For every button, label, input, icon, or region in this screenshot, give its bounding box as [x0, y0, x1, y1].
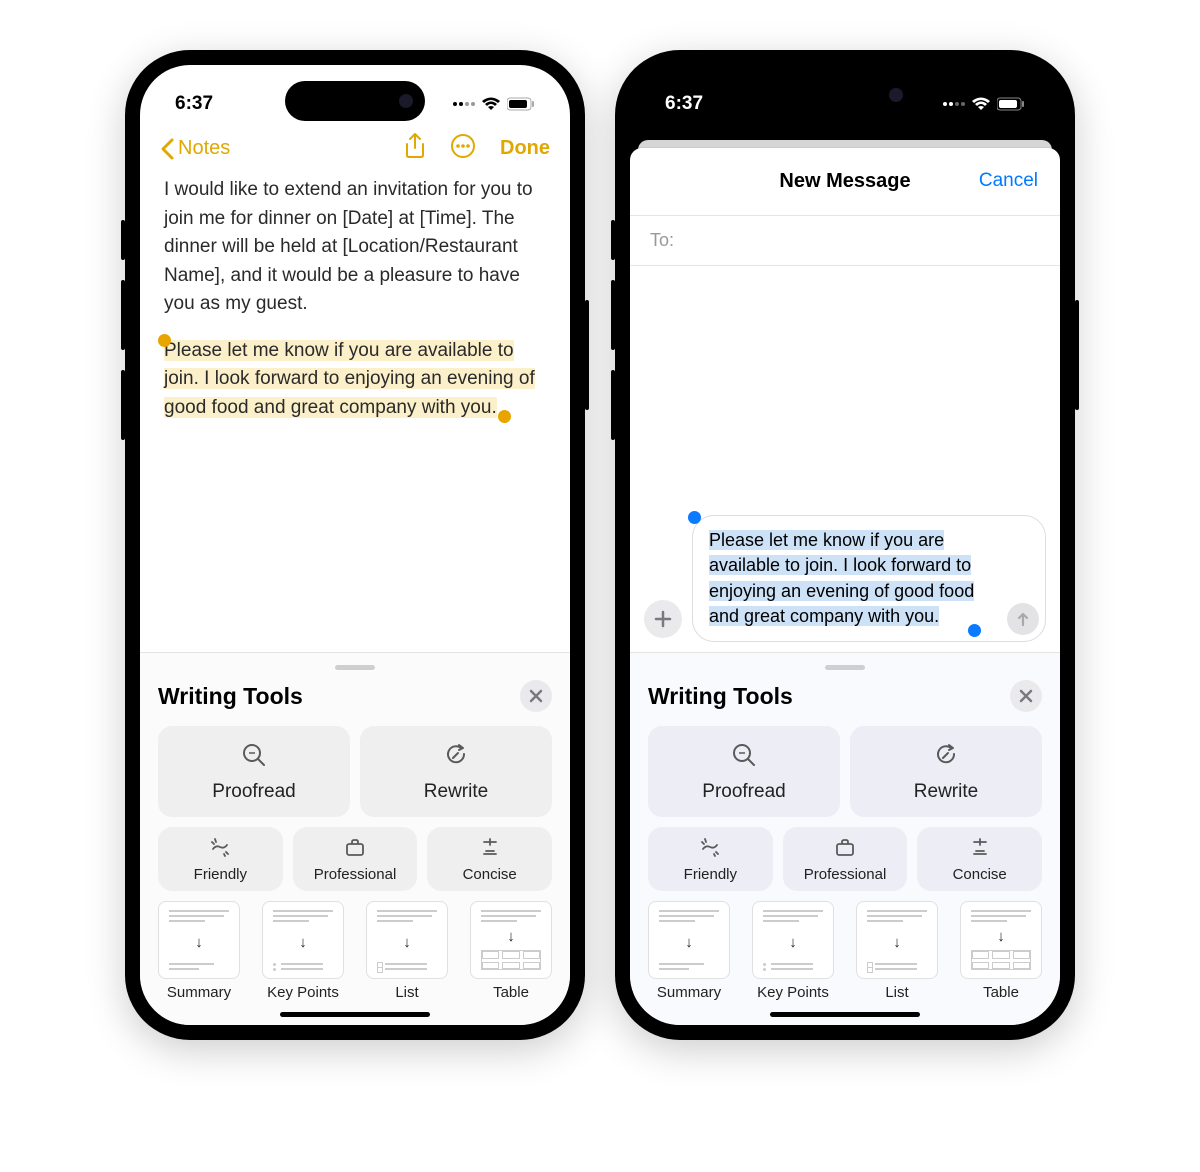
- wifi-icon: [481, 97, 501, 111]
- proofread-label: Proofread: [158, 781, 350, 803]
- list-card[interactable]: ↓ List: [856, 901, 938, 1001]
- summary-label: Summary: [158, 984, 240, 1001]
- note-selection[interactable]: Please let me know if you are available …: [164, 340, 535, 418]
- list-card[interactable]: ↓ List: [366, 901, 448, 1001]
- friendly-label: Friendly: [648, 866, 773, 883]
- panel-grabber[interactable]: [825, 665, 865, 670]
- phone-messages: 6:37 New Message Cancel To:: [615, 50, 1075, 1040]
- attach-button[interactable]: [644, 600, 682, 638]
- rewrite-label: Rewrite: [360, 781, 552, 803]
- more-button[interactable]: [450, 133, 476, 164]
- cellular-icon: [453, 102, 475, 106]
- compose-text: Please let me know if you are available …: [709, 530, 974, 626]
- selection-handle-start[interactable]: [158, 334, 171, 347]
- concise-button[interactable]: Concise: [427, 827, 552, 891]
- rewrite-icon: [360, 742, 552, 773]
- concise-icon: [427, 837, 552, 862]
- cancel-button[interactable]: Cancel: [979, 170, 1038, 192]
- summary-label: Summary: [648, 984, 730, 1001]
- proofread-label: Proofread: [648, 781, 840, 803]
- dynamic-island: [285, 81, 425, 121]
- status-icons: [453, 97, 535, 111]
- proofread-button[interactable]: Proofread: [648, 726, 840, 817]
- ellipsis-circle-icon: [450, 133, 476, 159]
- professional-icon: [293, 837, 418, 862]
- selection-handle-end[interactable]: [498, 410, 511, 423]
- proofread-button[interactable]: Proofread: [158, 726, 350, 817]
- writing-tools-panel: Writing Tools Proofread Rewrite: [630, 652, 1060, 1025]
- compose-field[interactable]: Please let me know if you are available …: [692, 515, 1046, 642]
- status-time: 6:37: [175, 93, 213, 115]
- friendly-label: Friendly: [158, 866, 283, 883]
- rewrite-label: Rewrite: [850, 781, 1042, 803]
- writing-tools-title: Writing Tools: [158, 683, 303, 710]
- rewrite-button[interactable]: Rewrite: [360, 726, 552, 817]
- panel-grabber[interactable]: [335, 665, 375, 670]
- keypoints-label: Key Points: [752, 984, 834, 1001]
- professional-label: Professional: [783, 866, 908, 883]
- send-button[interactable]: [1007, 603, 1039, 635]
- table-card[interactable]: ↓ Table: [960, 901, 1042, 1001]
- friendly-icon: [158, 837, 283, 862]
- professional-button[interactable]: Professional: [293, 827, 418, 891]
- list-label: List: [856, 984, 938, 1001]
- note-selected-text: Please let me know if you are available …: [164, 340, 535, 418]
- cellular-icon: [943, 102, 965, 106]
- keypoints-label: Key Points: [262, 984, 344, 1001]
- home-indicator[interactable]: [280, 1012, 430, 1017]
- summary-card[interactable]: ↓ Summary: [648, 901, 730, 1001]
- wifi-icon: [971, 97, 991, 111]
- keypoints-card[interactable]: ↓ Key Points: [262, 901, 344, 1001]
- close-icon: [529, 689, 543, 703]
- close-button[interactable]: [1010, 680, 1042, 712]
- dynamic-island: [775, 75, 915, 115]
- professional-button[interactable]: Professional: [783, 827, 908, 891]
- concise-button[interactable]: Concise: [917, 827, 1042, 891]
- chevron-left-icon: [160, 138, 174, 160]
- new-message-title: New Message: [779, 170, 910, 192]
- writing-tools-panel: Writing Tools Proofread Rewrite: [140, 652, 570, 1025]
- back-label: Notes: [178, 137, 230, 160]
- status-icons: [943, 97, 1025, 111]
- table-label: Table: [470, 984, 552, 1001]
- phone-notes: 6:37 Notes: [125, 50, 585, 1040]
- home-indicator[interactable]: [770, 1012, 920, 1017]
- table-card[interactable]: ↓ Table: [470, 901, 552, 1001]
- summary-card[interactable]: ↓ Summary: [158, 901, 240, 1001]
- proofread-icon: [648, 742, 840, 773]
- friendly-button[interactable]: Friendly: [158, 827, 283, 891]
- share-button[interactable]: [404, 133, 426, 164]
- to-field[interactable]: To:: [630, 216, 1060, 266]
- back-button[interactable]: Notes: [160, 137, 230, 160]
- rewrite-button[interactable]: Rewrite: [850, 726, 1042, 817]
- close-icon: [1019, 689, 1033, 703]
- battery-icon: [507, 97, 535, 111]
- friendly-button[interactable]: Friendly: [648, 827, 773, 891]
- professional-icon: [783, 837, 908, 862]
- selection-handle-end[interactable]: [968, 624, 981, 637]
- done-button[interactable]: Done: [500, 137, 550, 160]
- proofread-icon: [158, 742, 350, 773]
- battery-icon: [997, 97, 1025, 111]
- share-icon: [404, 133, 426, 159]
- selection-handle-start[interactable]: [688, 511, 701, 524]
- list-label: List: [366, 984, 448, 1001]
- friendly-icon: [648, 837, 773, 862]
- status-time: 6:37: [665, 93, 703, 115]
- close-button[interactable]: [520, 680, 552, 712]
- note-content[interactable]: I would like to extend an invitation for…: [140, 176, 570, 652]
- concise-label: Concise: [427, 866, 552, 883]
- concise-label: Concise: [917, 866, 1042, 883]
- rewrite-icon: [850, 742, 1042, 773]
- concise-icon: [917, 837, 1042, 862]
- professional-label: Professional: [293, 866, 418, 883]
- keypoints-card[interactable]: ↓ Key Points: [752, 901, 834, 1001]
- note-paragraph: I would like to extend an invitation for…: [164, 176, 546, 319]
- arrow-up-icon: [1015, 611, 1031, 627]
- writing-tools-title: Writing Tools: [648, 683, 793, 710]
- plus-icon: [654, 610, 672, 628]
- table-label: Table: [960, 984, 1042, 1001]
